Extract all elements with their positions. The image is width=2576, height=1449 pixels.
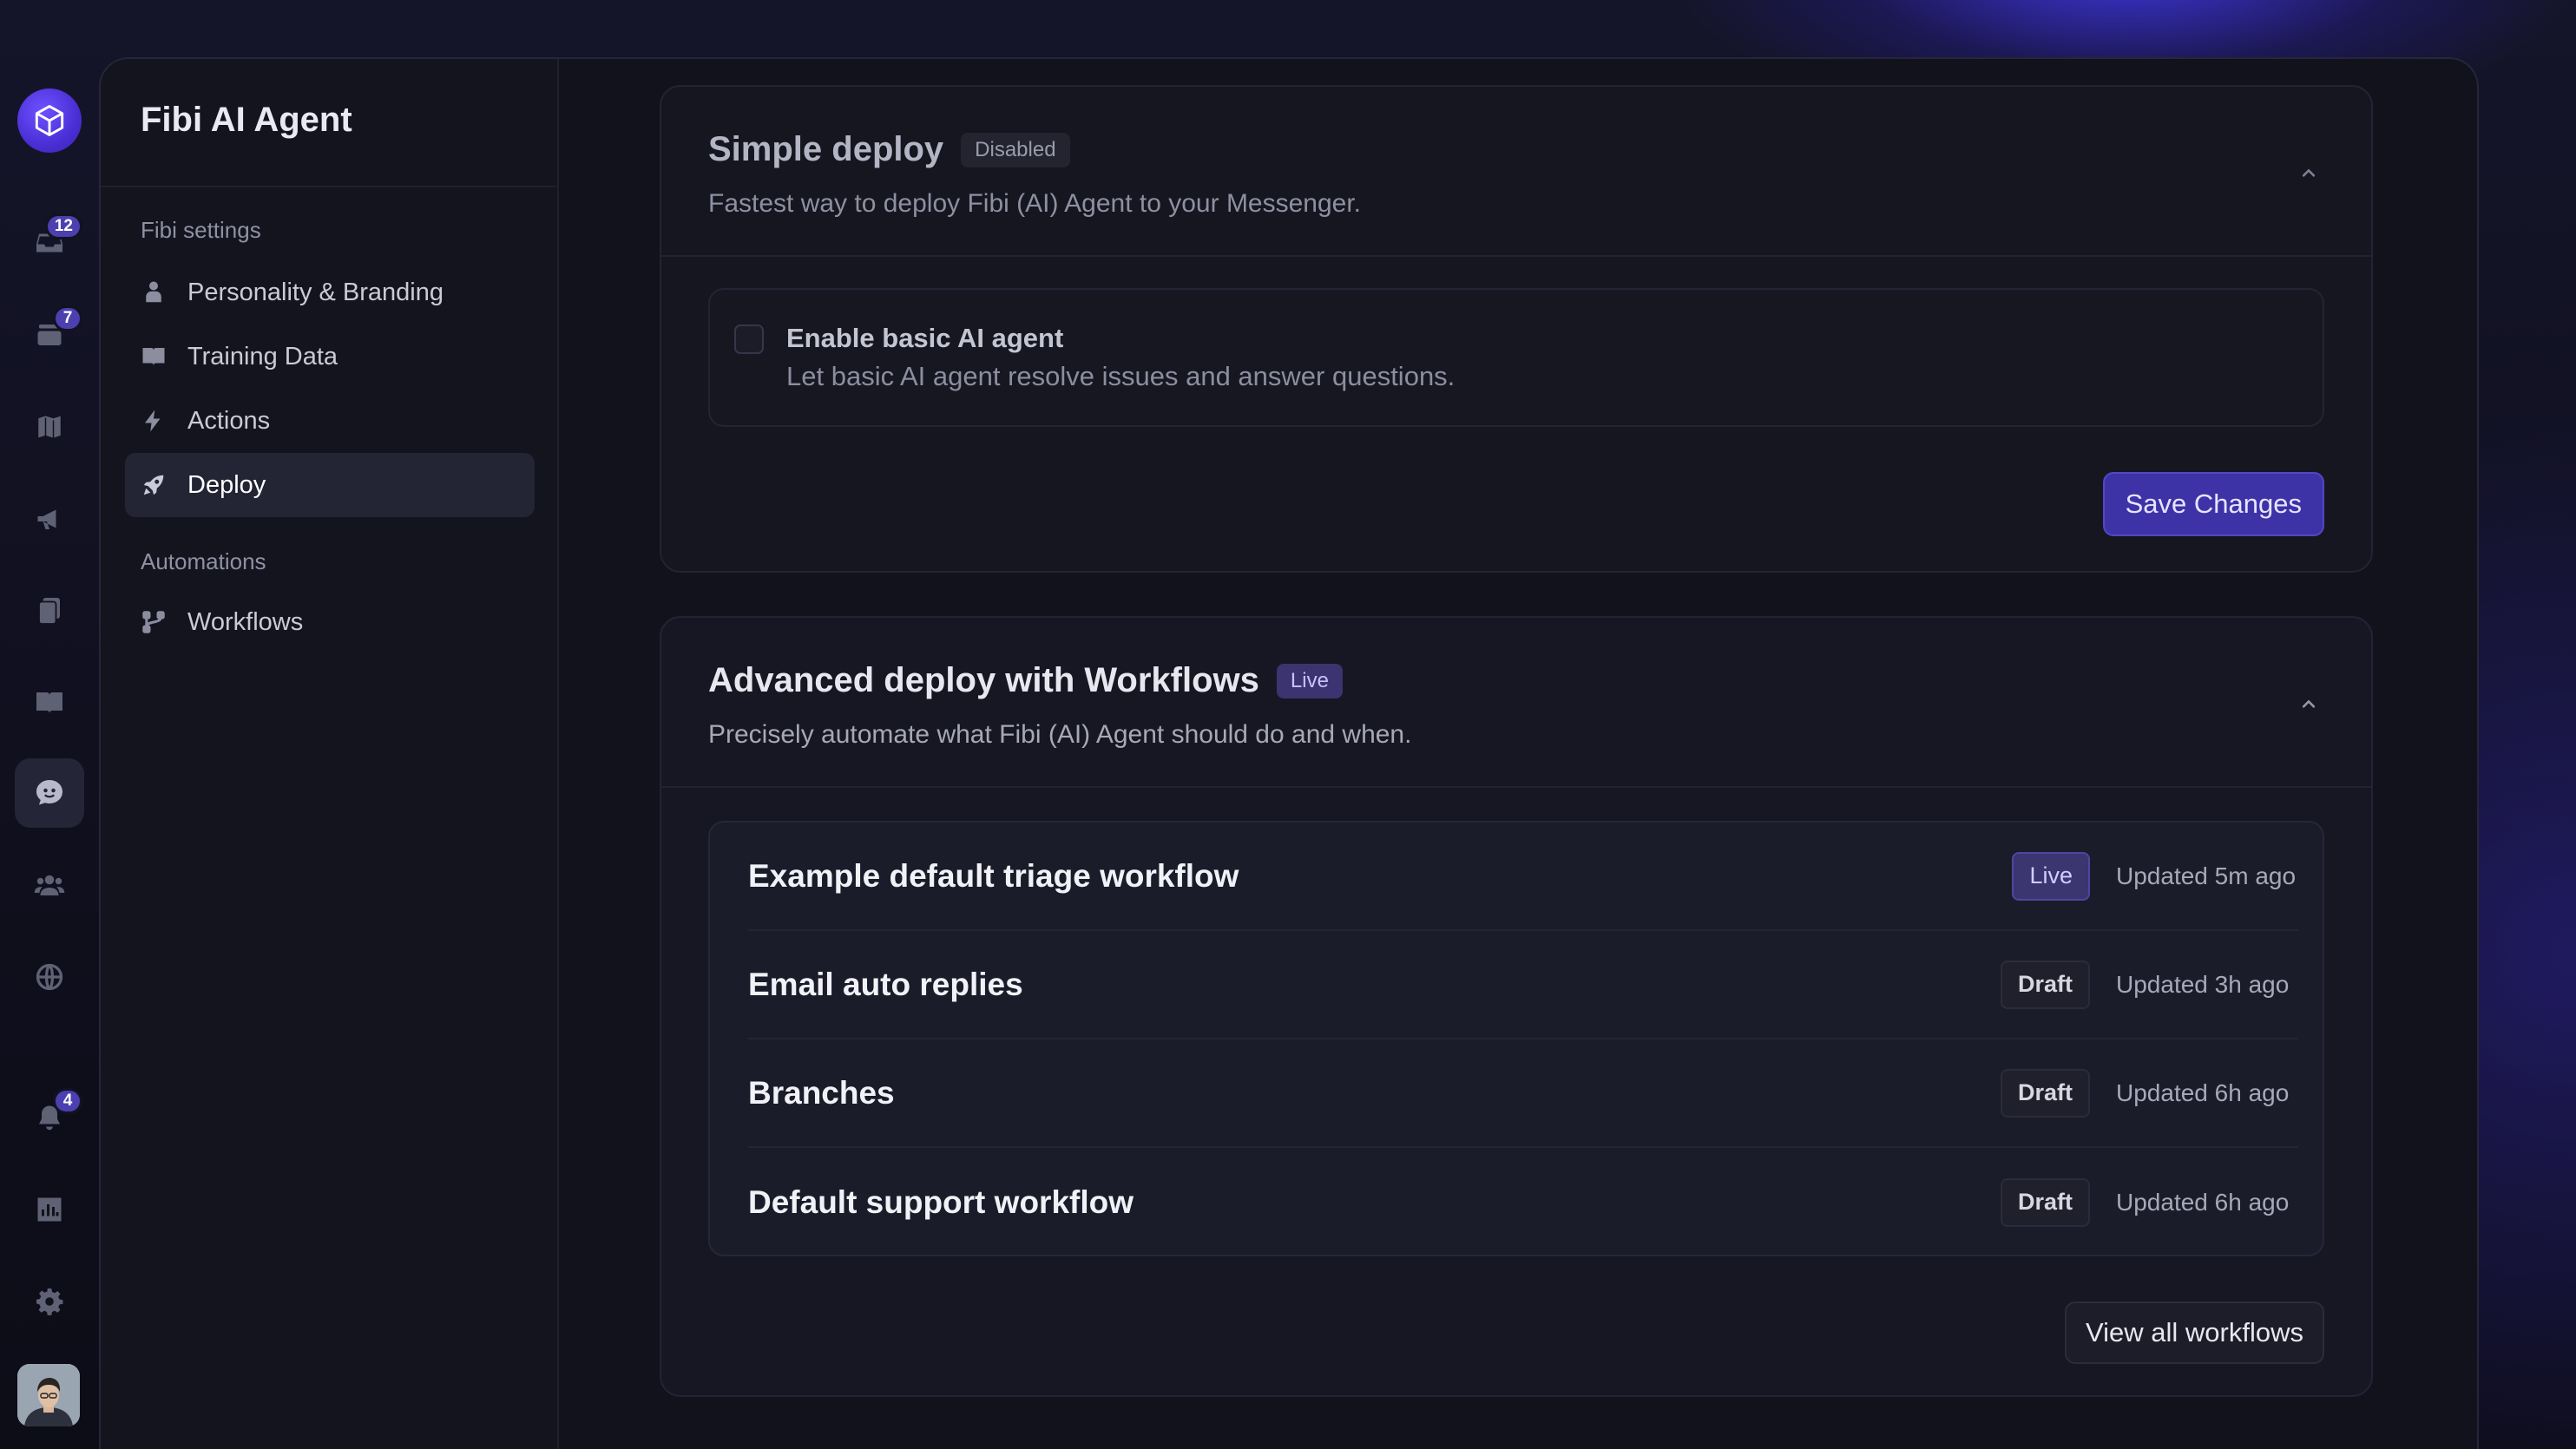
workflow-status-badge: Draft — [2000, 1177, 2090, 1227]
tickets-badge: 7 — [53, 305, 82, 331]
simple-deploy-title: Simple deploy — [708, 130, 944, 168]
advanced-deploy-subtitle: Precisely automate what Fibi (AI) Agent … — [708, 720, 1412, 749]
rail-contacts[interactable] — [15, 850, 84, 920]
enable-basic-agent-checkbox[interactable] — [734, 325, 764, 354]
megaphone-icon — [37, 509, 56, 529]
workflow-status-badge: Live — [2012, 851, 2090, 901]
rocket-icon — [143, 475, 164, 495]
person-icon — [146, 281, 161, 303]
workflow-updated: Updated 5m ago — [2116, 862, 2297, 889]
workflow-row[interactable]: Branches Draft Updated 6h ago — [748, 1039, 2298, 1148]
workflow-updated: Updated 6h ago — [2116, 1188, 2290, 1216]
option-description: Let basic AI agent resolve issues and an… — [786, 361, 1456, 391]
nav-item-label: Actions — [187, 406, 271, 435]
rail-inbox[interactable]: 12 — [15, 208, 84, 278]
workflow-row[interactable]: Email auto replies Draft Updated 3h ago — [748, 931, 2298, 1039]
nav-item-training-data[interactable]: Training Data — [125, 325, 535, 389]
notifications-badge: 4 — [53, 1088, 82, 1114]
advanced-deploy-title-row: Advanced deploy with Workflows Live — [708, 661, 1343, 700]
subnav-title: Fibi AI Agent — [141, 101, 352, 139]
logo-icon[interactable] — [17, 89, 82, 153]
nav-item-label: Training Data — [187, 342, 338, 370]
rail-campaigns[interactable] — [15, 484, 84, 554]
section-label-fibi-settings: Fibi settings — [141, 217, 261, 243]
simple-deploy-title-row: Simple deploy Disabled — [708, 130, 1070, 169]
status-badge-live: Live — [1276, 663, 1343, 698]
book-open-icon — [142, 348, 165, 365]
user-avatar[interactable] — [17, 1364, 80, 1426]
app-window: Fibi AI Agent Fibi settings Personality … — [99, 57, 2479, 1449]
nav-item-personality-branding[interactable]: Personality & Branding — [125, 260, 535, 325]
status-badge-disabled: Disabled — [961, 132, 1070, 167]
view-all-workflows-button[interactable]: View all workflows — [2065, 1301, 2324, 1364]
nav-item-label: Personality & Branding — [187, 278, 444, 306]
simple-deploy-header[interactable]: Simple deploy Disabled Fastest way to de… — [661, 87, 2371, 257]
section-label-automations: Automations — [141, 548, 266, 574]
nav-item-workflows[interactable]: Workflows — [125, 590, 535, 654]
rail-map[interactable] — [15, 392, 84, 462]
rail-notifications[interactable]: 4 — [15, 1083, 84, 1152]
enable-basic-agent-option[interactable]: Enable basic AI agent Let basic AI agent… — [708, 288, 2324, 427]
rail-knowledge[interactable] — [15, 668, 84, 738]
workflow-name: Branches — [748, 1074, 895, 1111]
chevron-up-icon[interactable] — [2297, 692, 2321, 717]
gear-icon — [36, 1288, 63, 1315]
subnav-divider — [101, 186, 557, 187]
nav-item-label: Deploy — [187, 470, 266, 499]
rail-reports[interactable] — [15, 1175, 84, 1244]
save-changes-button[interactable]: Save Changes — [2102, 472, 2324, 536]
chevron-up-icon[interactable] — [2297, 161, 2321, 186]
advanced-deploy-card: Advanced deploy with Workflows Live Prec… — [660, 616, 2373, 1397]
reports-icon — [37, 1197, 62, 1222]
left-rail: 12 7 4 — [0, 0, 99, 1449]
workflow-row[interactable]: Example default triage workflow Live Upd… — [748, 823, 2298, 931]
ai-agent-icon — [36, 780, 62, 805]
rail-ai-agent[interactable] — [15, 758, 84, 828]
workflow-name: Email auto replies — [748, 966, 1023, 1002]
bolt-icon — [145, 410, 161, 432]
rail-documents[interactable] — [15, 576, 84, 646]
nav-item-actions[interactable]: Actions — [125, 389, 535, 453]
simple-deploy-subtitle: Fastest way to deploy Fibi (AI) Agent to… — [708, 189, 1362, 218]
advanced-deploy-header[interactable]: Advanced deploy with Workflows Live Prec… — [661, 618, 2371, 788]
workflow-name: Default support workflow — [748, 1183, 1134, 1220]
globe-icon — [36, 963, 63, 991]
workflow-row[interactable]: Default support workflow Draft Updated 6… — [748, 1148, 2298, 1256]
nav-item-deploy[interactable]: Deploy — [125, 453, 535, 517]
rail-globe[interactable] — [15, 942, 84, 1012]
workflow-icon — [142, 611, 165, 633]
advanced-deploy-title: Advanced deploy with Workflows — [708, 661, 1259, 699]
contacts-icon — [34, 875, 65, 895]
inbox-badge: 12 — [44, 213, 82, 239]
subnav-panel: Fibi AI Agent Fibi settings Personality … — [101, 59, 559, 1449]
workflow-status-badge: Draft — [2000, 1068, 2090, 1118]
workflow-updated: Updated 3h ago — [2116, 970, 2290, 998]
rail-tickets[interactable]: 7 — [15, 300, 84, 370]
workflow-status-badge: Draft — [2000, 960, 2090, 1009]
workflow-updated: Updated 6h ago — [2116, 1079, 2290, 1106]
map-icon — [36, 414, 62, 440]
workflow-list: Example default triage workflow Live Upd… — [708, 821, 2324, 1256]
workflow-name: Example default triage workflow — [748, 857, 1239, 894]
simple-deploy-card: Simple deploy Disabled Fastest way to de… — [660, 85, 2373, 573]
nav-item-label: Workflows — [187, 607, 304, 636]
rail-settings[interactable] — [15, 1267, 84, 1336]
option-title: Enable basic AI agent — [786, 323, 1064, 353]
book-icon — [36, 692, 62, 713]
documents-icon — [38, 598, 60, 625]
